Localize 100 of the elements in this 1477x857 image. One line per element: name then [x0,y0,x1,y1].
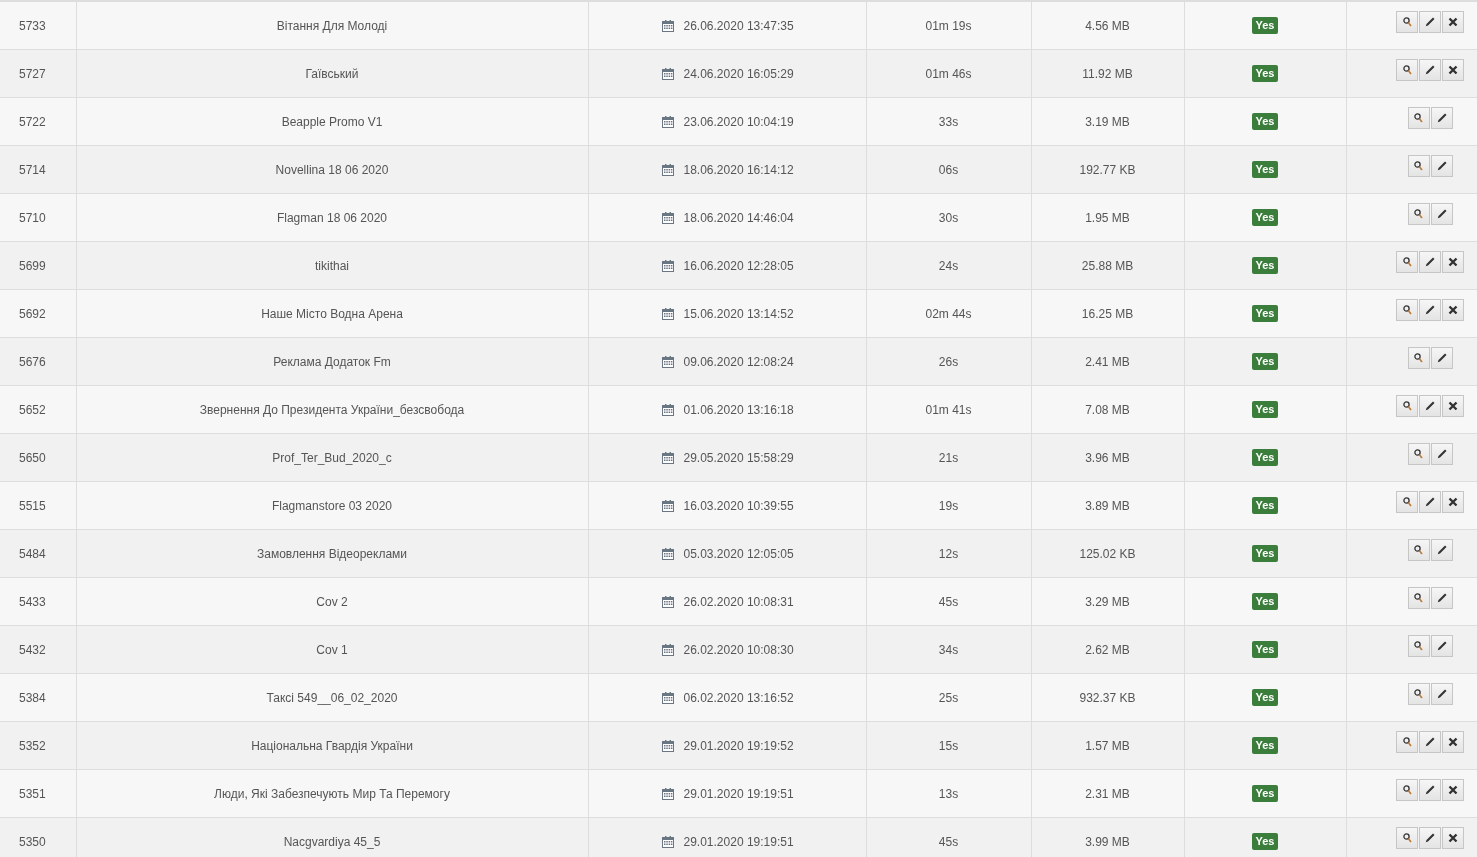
view-button[interactable] [1407,107,1430,129]
status-badge: Yes [1251,497,1279,514]
status-badge: Yes [1251,17,1279,34]
edit-button[interactable] [1419,59,1442,81]
edit-button[interactable] [1419,11,1442,33]
search-icon [1402,833,1412,843]
view-button[interactable] [1396,299,1419,321]
search-icon [1402,737,1412,747]
edit-button[interactable] [1419,827,1442,849]
view-button[interactable] [1407,347,1430,369]
edit-button[interactable] [1430,203,1453,225]
duration-cell: 26s [938,354,959,369]
pencil-icon [1436,689,1447,699]
pencil-icon [1436,545,1447,555]
calendar-icon [661,403,674,416]
edit-button[interactable] [1430,635,1453,657]
id-cell: 5384 [19,690,46,705]
search-icon [1402,257,1412,267]
edit-button[interactable] [1419,395,1442,417]
date-cell: 26.02.2020 10:08:30 [683,642,794,657]
edit-button[interactable] [1430,347,1453,369]
view-button[interactable] [1407,635,1430,657]
calendar-icon [661,547,674,560]
delete-button[interactable] [1442,827,1465,849]
view-button[interactable] [1396,491,1419,513]
size-cell: 3.96 MB [1085,450,1130,465]
title-cell: Beapple Promo V1 [281,114,383,129]
title-cell: Люди, Які Забезпечують Мир Та Перемогу [214,786,450,801]
edit-button[interactable] [1419,491,1442,513]
pencil-icon [1436,113,1447,123]
search-icon [1402,305,1412,315]
date-cell: 26.06.2020 13:47:35 [683,18,794,33]
edit-button[interactable] [1430,683,1453,705]
edit-button[interactable] [1430,587,1453,609]
id-cell: 5484 [19,546,46,561]
calendar-icon [661,643,674,656]
search-icon [1402,401,1412,411]
id-cell: 5699 [19,258,46,273]
edit-button[interactable] [1430,155,1453,177]
search-icon [1414,113,1424,123]
view-button[interactable] [1396,779,1419,801]
size-cell: 3.89 MB [1085,498,1130,513]
view-button[interactable] [1407,203,1430,225]
date-cell: 01.06.2020 13:16:18 [683,402,794,417]
view-button[interactable] [1407,443,1430,465]
duration-cell: 34s [938,642,959,657]
date-cell: 09.06.2020 12:08:24 [683,354,794,369]
size-cell: 7.08 MB [1085,402,1130,417]
id-cell: 5692 [19,306,46,321]
size-cell: 932.37 KB [1079,690,1136,705]
search-icon [1402,497,1412,507]
calendar-icon [661,595,674,608]
edit-button[interactable] [1419,731,1442,753]
edit-button[interactable] [1419,299,1442,321]
calendar-icon [661,259,674,272]
title-cell: Гаївський [305,66,359,81]
delete-button[interactable] [1442,59,1465,81]
view-button[interactable] [1396,731,1419,753]
title-cell: Реклама Додаток Fm [273,354,391,369]
edit-button[interactable] [1430,443,1453,465]
delete-button[interactable] [1442,731,1465,753]
view-button[interactable] [1407,155,1430,177]
close-icon [1448,401,1459,411]
duration-cell: 25s [938,690,959,705]
date-cell: 29.01.2020 19:19:51 [683,834,794,849]
delete-button[interactable] [1442,251,1465,273]
delete-button[interactable] [1442,299,1465,321]
date-cell: 29.01.2020 19:19:51 [683,786,794,801]
view-button[interactable] [1407,683,1430,705]
title-cell: Cov 2 [316,594,348,609]
close-icon [1448,497,1459,507]
size-cell: 3.99 MB [1085,834,1130,849]
view-button[interactable] [1396,11,1419,33]
size-cell: 16.25 MB [1081,306,1134,321]
delete-button[interactable] [1442,11,1465,33]
edit-button[interactable] [1419,779,1442,801]
edit-button[interactable] [1430,539,1453,561]
view-button[interactable] [1396,251,1419,273]
id-cell: 5432 [19,642,46,657]
title-cell: Novellina 18 06 2020 [275,162,389,177]
view-button[interactable] [1396,827,1419,849]
view-button[interactable] [1396,395,1419,417]
title-cell: Наше Місто Водна Арена [261,306,403,321]
id-cell: 5650 [19,450,46,465]
view-button[interactable] [1396,59,1419,81]
status-badge: Yes [1251,785,1279,802]
delete-button[interactable] [1442,395,1465,417]
delete-button[interactable] [1442,491,1465,513]
view-button[interactable] [1407,539,1430,561]
title-cell: Звернення До Президента України_безсвобода [199,402,465,417]
view-button[interactable] [1407,587,1430,609]
date-cell: 29.01.2020 19:19:52 [683,738,794,753]
edit-button[interactable] [1419,251,1442,273]
title-cell: Таксі 549__06_02_2020 [266,690,398,705]
id-cell: 5710 [19,210,46,225]
pencil-icon [1425,305,1436,315]
edit-button[interactable] [1430,107,1453,129]
delete-button[interactable] [1442,779,1465,801]
pencil-icon [1436,449,1447,459]
search-icon [1414,545,1424,555]
